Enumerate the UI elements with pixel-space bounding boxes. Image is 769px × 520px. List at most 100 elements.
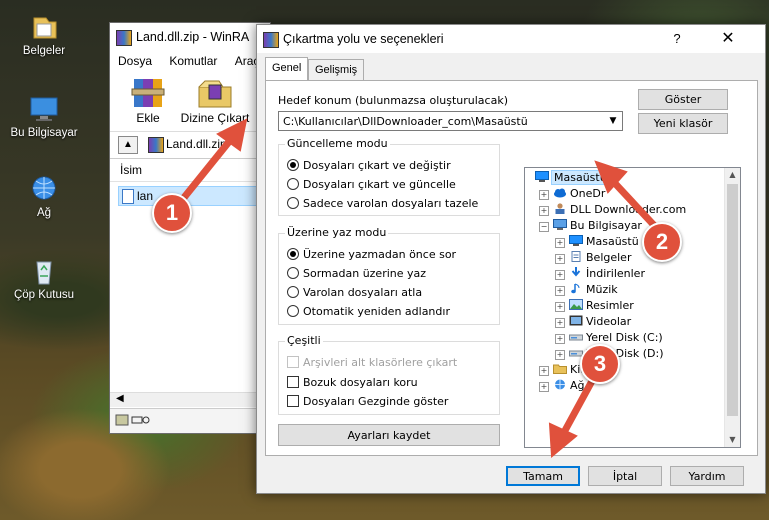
tree-expander-icon[interactable]: − [539, 222, 549, 232]
desktop-icon-this-pc[interactable]: Bu Bilgisayar [4, 94, 84, 139]
tree-node[interactable]: + OneDr [539, 187, 605, 201]
checkbox-label: Bozuk dosyaları koru [303, 376, 418, 389]
extract-to-button[interactable]: Dizine Çıkart [176, 75, 254, 125]
library-icon [553, 363, 567, 374]
tree-node-label: Masaüstü [586, 235, 639, 248]
help-button[interactable]: Yardım [670, 466, 744, 486]
horizontal-scrollbar[interactable]: ◀ [110, 392, 270, 407]
radio-label: Dosyaları çıkart ve güncelle [303, 178, 456, 191]
help-icon[interactable]: ? [667, 29, 687, 49]
download-icon [569, 267, 583, 278]
tree-expander-icon[interactable]: + [555, 318, 565, 328]
tree-node[interactable]: + Masaüstü [555, 235, 639, 249]
radio-label: Sormadan üzerine yaz [303, 267, 427, 280]
scroll-thumb[interactable] [727, 184, 738, 416]
tree-expander-icon[interactable]: + [555, 350, 565, 360]
update-mode-group: Güncelleme modu Dosyaları çıkart ve deği… [278, 137, 500, 216]
status-icons [115, 414, 150, 426]
misc-group: Çeşitli Arşivleri alt klasörlere çıkart … [278, 334, 500, 415]
checkbox-extract-to-subfolders[interactable]: Arşivleri alt klasörlere çıkart [287, 356, 457, 370]
desktop-icon-network[interactable]: Ağ [4, 174, 84, 219]
tree-node[interactable]: + Ağ [539, 379, 585, 393]
radio-indicator [287, 267, 299, 279]
cancel-button[interactable]: İptal [588, 466, 662, 486]
radio-extract-update[interactable]: Dosyaları çıkart ve güncelle [287, 178, 456, 192]
tree-node[interactable]: Masaüstü [535, 170, 610, 185]
winrar-app-icon [263, 32, 279, 48]
tree-expander-icon[interactable]: + [555, 334, 565, 344]
checkbox-show-in-explorer[interactable]: Dosyaları Gezginde göster [287, 395, 448, 409]
save-settings-button[interactable]: Ayarları kaydet [278, 424, 500, 446]
desktop-icon-documents[interactable]: Belgeler [4, 12, 84, 57]
scroll-down-icon[interactable]: ▼ [725, 433, 740, 447]
tree-expander-icon[interactable]: + [539, 190, 549, 200]
tab-general[interactable]: Genel [265, 57, 309, 80]
desktop-icon-label: Belgeler [22, 45, 66, 57]
ok-button[interactable]: Tamam [506, 466, 580, 486]
desktop-icon-recycle-bin[interactable]: Çöp Kutusu [4, 256, 84, 301]
tree-node[interactable]: + Belgeler [555, 251, 631, 265]
checkbox-keep-broken-files[interactable]: Bozuk dosyaları koru [287, 376, 418, 390]
tree-expander-icon[interactable]: + [555, 302, 565, 312]
tree-node[interactable]: + DLL Downloader.com [539, 203, 686, 217]
destination-path-combobox[interactable]: C:\Kullanıcılar\DllDownloader_com\Masaüs… [278, 111, 623, 131]
winrar-title-bar[interactable]: Land.dll.zip - WinRA [110, 23, 270, 51]
chevron-down-icon[interactable]: ▼ [604, 112, 622, 130]
file-row[interactable]: lan [118, 186, 270, 206]
radio-fresh-existing[interactable]: Sadece varolan dosyaları tazele [287, 197, 478, 211]
tree-expander-icon[interactable]: + [539, 366, 549, 376]
videos-icon [569, 315, 583, 326]
winrar-window: Land.dll.zip - WinRA Dosya Komutlar Araç… [109, 22, 271, 434]
close-icon[interactable]: ✕ [717, 28, 739, 50]
radio-auto-rename[interactable]: Otomatik yeniden adlandır [287, 305, 450, 319]
tree-expander-icon[interactable]: + [555, 270, 565, 280]
tree-expander-icon[interactable]: + [555, 254, 565, 264]
misc-title: Çeşitli [285, 334, 323, 347]
tree-expander-icon[interactable]: + [539, 382, 549, 392]
winrar-path-bar: ▲ Land.dll.zip [110, 132, 270, 159]
desktop-icon-label: Bu Bilgisayar [10, 127, 78, 139]
tree-expander-icon[interactable]: + [539, 206, 549, 216]
tree-node[interactable]: + Müzik [555, 283, 618, 297]
radio-skip-existing[interactable]: Varolan dosyaları atla [287, 286, 422, 300]
radio-label: Varolan dosyaları atla [303, 286, 423, 299]
radio-overwrite-without-prompt[interactable]: Sormadan üzerine yaz [287, 267, 426, 281]
overwrite-mode-group: Üzerine yaz modu Üzerine yazmadan önce s… [278, 226, 500, 325]
new-folder-button[interactable]: Yeni klasör [638, 113, 728, 134]
tree-node[interactable]: + Yerel Disk (C:) [555, 331, 663, 345]
up-folder-button[interactable]: ▲ [118, 136, 138, 154]
add-button[interactable]: Ekle [120, 75, 176, 125]
arrow-up-icon: ▲ [123, 139, 133, 150]
archive-path[interactable]: Land.dll.zip [166, 137, 227, 151]
tree-node-label: Videolar [586, 315, 632, 328]
add-button-label: Ekle [136, 111, 160, 125]
tree-node[interactable]: + Videolar [555, 315, 631, 329]
destination-label: Hedef konum (bulunmazsa oluşturulacak) [278, 94, 508, 107]
tab-advanced[interactable]: Gelişmiş [308, 59, 365, 80]
folder-tree[interactable]: Masaüstü + OneDr + DLL Downloader.com − Bu Bil… [524, 167, 741, 448]
show-button[interactable]: Göster [638, 89, 728, 110]
overwrite-mode-title: Üzerine yaz modu [285, 226, 389, 239]
menu-file[interactable]: Dosya [118, 54, 152, 68]
radio-extract-replace[interactable]: Dosyaları çıkart ve değiştir [287, 159, 451, 173]
dialog-title-bar[interactable]: Çıkartma yolu ve seçenekleri ? ✕ [257, 25, 765, 53]
tree-node[interactable]: + İndirilenler [555, 267, 645, 281]
network-icon [553, 379, 567, 390]
step-badge-2: 2 [642, 222, 682, 262]
tree-vertical-scrollbar[interactable]: ▲ ▼ [724, 168, 740, 447]
tree-node-label: Belgeler [586, 251, 632, 264]
extract-to-button-label: Dizine Çıkart [180, 111, 250, 125]
tree-expander-icon[interactable]: + [555, 286, 565, 296]
scroll-up-icon[interactable]: ▲ [725, 168, 740, 182]
tree-node[interactable]: + Resimler [555, 299, 634, 313]
column-header-name[interactable]: İsim [110, 159, 270, 182]
menu-commands[interactable]: Komutlar [169, 54, 217, 68]
radio-ask-before-overwrite[interactable]: Üzerine yazmadan önce sor [287, 248, 456, 262]
tree-node[interactable]: − Bu Bilgisayar [539, 219, 642, 233]
destination-path-value: C:\Kullanıcılar\DllDownloader_com\Masaüs… [283, 115, 528, 128]
winrar-menu-bar: Dosya Komutlar Araçla [110, 51, 270, 71]
radio-label: Dosyaları çıkart ve değiştir [303, 159, 451, 172]
tree-node-label: Yerel Disk (C:) [586, 331, 663, 344]
tree-expander-icon[interactable]: + [555, 238, 565, 248]
radio-indicator [287, 305, 299, 317]
